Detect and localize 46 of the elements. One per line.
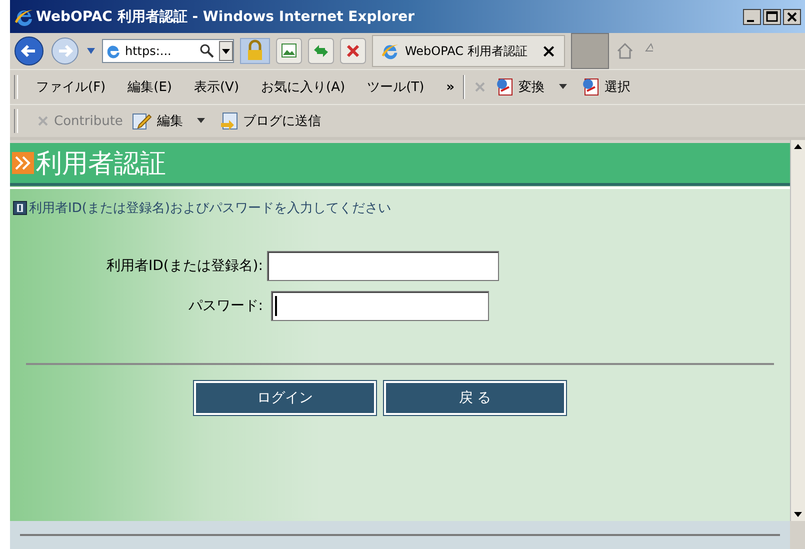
window-title: WebOPAC 利用者認証 - Windows Internet Explorer [36,8,416,26]
caret-icon[interactable] [558,84,567,90]
toolbar-button[interactable]: 選択 [604,78,631,96]
forward-icon[interactable] [50,36,80,66]
document-icon [218,111,239,131]
maximize-icon[interactable] [763,8,781,24]
menu-item[interactable]: お気に入り(A) [261,78,346,96]
info-icon [13,201,27,215]
caret-icon[interactable] [196,118,205,124]
form-button[interactable]: 戻 る [384,381,566,415]
toolbar-button[interactable]: 編集 [156,112,183,130]
toolbar-button[interactable]: 変換 [518,78,545,96]
page-title: 利用者認証 [36,148,166,180]
scroll-bar[interactable] [790,140,805,521]
menu-item[interactable]: ツール(T) [367,78,424,96]
close-icon [36,114,50,128]
caret-icon[interactable] [86,47,96,55]
menu-item[interactable]: ファイル(F) [36,78,106,96]
input-field[interactable] [267,251,499,281]
close-icon[interactable] [783,8,801,24]
chevron-icon [12,152,34,174]
document-icon [580,77,601,97]
picture-icon[interactable] [276,38,302,64]
menu-item[interactable]: 編集(E) [128,78,172,96]
browser-logo-icon [105,43,121,59]
more-chevron[interactable]: » [446,80,455,94]
browser-tab[interactable]: WebOPAC 利用者認証 × [372,35,566,67]
refresh-icon[interactable] [308,38,334,64]
form-button[interactable]: ログイン [194,381,376,415]
document-icon [494,77,515,97]
search-icon[interactable] [199,43,215,59]
toolbar-button[interactable]: ブログに送信 [242,112,321,130]
dropdown-icon[interactable] [219,41,233,61]
pencil-icon [130,111,153,131]
instruction-text: 利用者ID(または登録名)およびパスワードを入力してください [29,200,391,217]
stop-icon[interactable] [340,38,366,64]
minimize-icon[interactable] [743,8,761,24]
address-field[interactable]: https:... [102,39,234,63]
field-label: 利用者ID(または登録名): [106,257,263,275]
home-icon[interactable] [615,41,636,61]
input-field[interactable] [271,291,489,321]
lock-icon[interactable] [240,38,270,64]
menu-item[interactable]: 表示(V) [194,78,240,96]
field-label: パスワード: [188,297,263,315]
back-icon[interactable] [14,36,44,66]
browser-logo-icon [381,42,399,60]
